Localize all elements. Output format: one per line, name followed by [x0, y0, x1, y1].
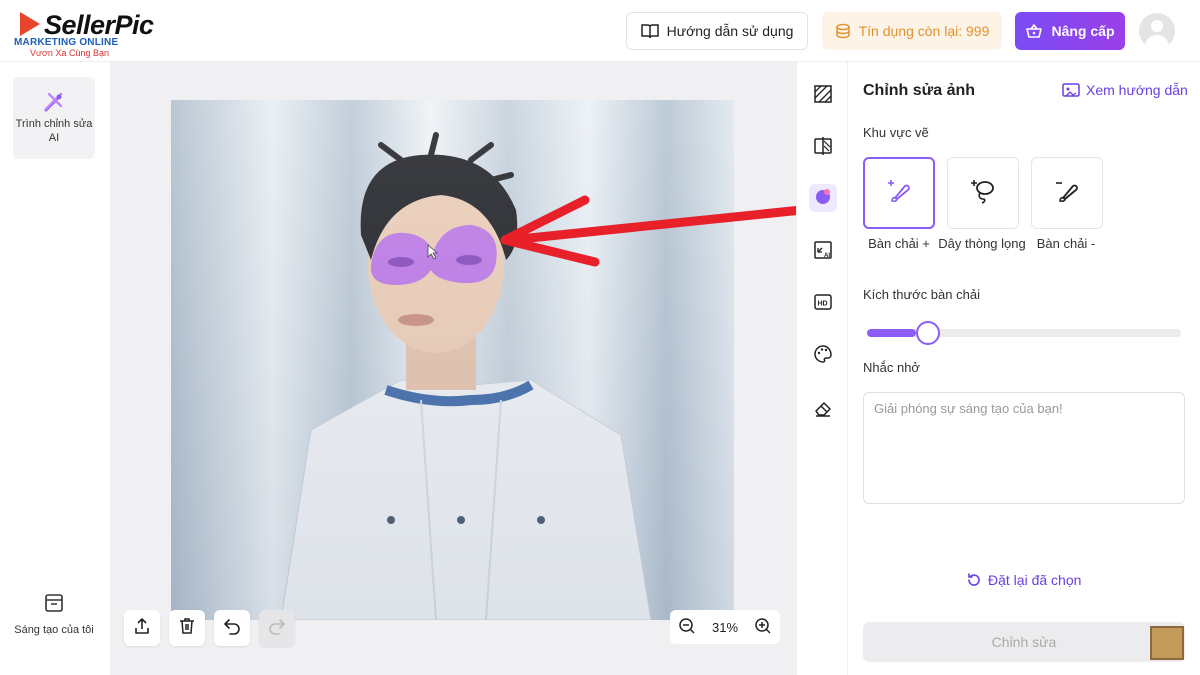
brush-subtract-option[interactable]: [1031, 157, 1103, 229]
prompt-input[interactable]: [863, 392, 1185, 504]
reset-selection-label: Đặt lại đã chọn: [988, 572, 1082, 588]
lasso-option[interactable]: [947, 157, 1019, 229]
credits-label: Tín dụng còn lại: 999: [858, 23, 990, 39]
edited-photo[interactable]: [171, 100, 734, 620]
color-tool[interactable]: [809, 342, 837, 370]
hd-tool[interactable]: HD: [809, 290, 837, 318]
book-icon: [640, 23, 659, 39]
panel-title: Chỉnh sửa ảnh: [863, 82, 976, 99]
background-tool[interactable]: [809, 82, 837, 110]
video-guide-icon: [1062, 82, 1080, 98]
reset-selection-button[interactable]: Đặt lại đã chọn: [966, 572, 1081, 588]
brush-minus-icon: [1052, 176, 1082, 211]
top-header: SellerPic MARKETING ONLINE Vươn Xa Cùng …: [0, 0, 1200, 62]
brush-plus-icon: [884, 176, 914, 211]
expand-ai-icon: AI: [813, 240, 833, 265]
view-guide-link[interactable]: Xem hướng dẫn: [1062, 82, 1188, 98]
my-creations-label: Sáng tạo của tôi: [14, 624, 94, 636]
brush-size-slider[interactable]: [867, 321, 1181, 345]
logo-play-icon: [20, 12, 40, 36]
ai-editor-label: Trình chỉnh sửa AI: [15, 118, 93, 144]
export-button[interactable]: [124, 610, 160, 646]
hd-icon: HD: [813, 292, 833, 317]
zoom-level: 31%: [711, 619, 739, 635]
user-guide-label: Hướng dẫn sử dụng: [666, 23, 794, 39]
eraser-icon: [813, 398, 833, 423]
user-avatar[interactable]: [1139, 13, 1175, 49]
zoom-control: 31%: [670, 610, 780, 644]
paint-blob-icon: [813, 186, 833, 211]
brush-add-label: Bàn chải +: [868, 236, 930, 251]
zoom-out-icon[interactable]: [678, 617, 696, 638]
my-creations-button[interactable]: Sáng tạo của tôi: [10, 592, 98, 637]
credits-badge[interactable]: Tín dụng còn lại: 999: [822, 12, 1002, 50]
prompt-label: Nhắc nhở: [863, 360, 920, 375]
trash-icon: [178, 617, 196, 640]
compare-tool[interactable]: [809, 134, 837, 162]
editor-canvas[interactable]: 31%: [110, 62, 796, 675]
zoom-in-icon[interactable]: [754, 617, 772, 638]
eraser-tool[interactable]: [809, 396, 837, 424]
lasso-label: Dây thòng lọng: [938, 236, 1026, 251]
delete-button[interactable]: [169, 610, 205, 646]
user-guide-button[interactable]: Hướng dẫn sử dụng: [626, 12, 808, 50]
lasso-icon: [968, 176, 998, 211]
tool-strip: AI HD: [796, 62, 848, 675]
redo-icon: [268, 617, 286, 640]
view-guide-label: Xem hướng dẫn: [1086, 82, 1188, 98]
upgrade-label: Nâng cấp: [1051, 23, 1115, 39]
upgrade-button[interactable]: Nâng cấp: [1015, 12, 1125, 50]
ai-expand-tool[interactable]: AI: [809, 238, 837, 266]
coins-icon: [835, 23, 851, 39]
compare-icon: [813, 136, 833, 161]
hatch-icon: [813, 84, 833, 109]
brush-subtract-label: Bàn chải -: [1036, 236, 1096, 251]
ai-editor-tool[interactable]: Trình chỉnh sửa AI: [13, 77, 95, 159]
upload-icon: [133, 617, 151, 640]
undo-button[interactable]: [214, 610, 250, 646]
draw-area-label: Khu vực vẽ: [863, 125, 929, 140]
palette-icon: [813, 344, 833, 369]
archive-icon: [43, 594, 65, 618]
watermark-line1: MARKETING ONLINE: [14, 37, 119, 48]
edit-submit-button[interactable]: Chỉnh sửa: [863, 622, 1185, 662]
reset-icon: [966, 572, 982, 588]
brush-size-label: Kích thước bàn chải: [863, 287, 980, 302]
undo-icon: [223, 617, 241, 640]
brush-add-option[interactable]: [863, 157, 935, 229]
watermark-line2: Vươn Xa Cùng Bạn: [30, 48, 109, 58]
edit-image-tool[interactable]: [809, 184, 837, 212]
brush-size-fill: [867, 329, 916, 337]
redo-button[interactable]: [259, 610, 295, 646]
svg-text:AI: AI: [824, 253, 830, 259]
logo[interactable]: SellerPic MARKETING ONLINE Vươn Xa Cùng …: [14, 10, 164, 58]
brush-size-handle[interactable]: [916, 321, 940, 345]
basket-icon: [1025, 23, 1043, 39]
corner-thumbnail: [1150, 626, 1184, 660]
edit-submit-label: Chỉnh sửa: [991, 634, 1057, 650]
edit-panel: Chỉnh sửa ảnh Xem hướng dẫn Khu vực vẽ B…: [848, 62, 1200, 675]
svg-text:HD: HD: [818, 300, 828, 307]
magic-wand-icon: [43, 91, 65, 118]
left-sidebar: Trình chỉnh sửa AI Sáng tạo của tôi: [0, 62, 110, 675]
